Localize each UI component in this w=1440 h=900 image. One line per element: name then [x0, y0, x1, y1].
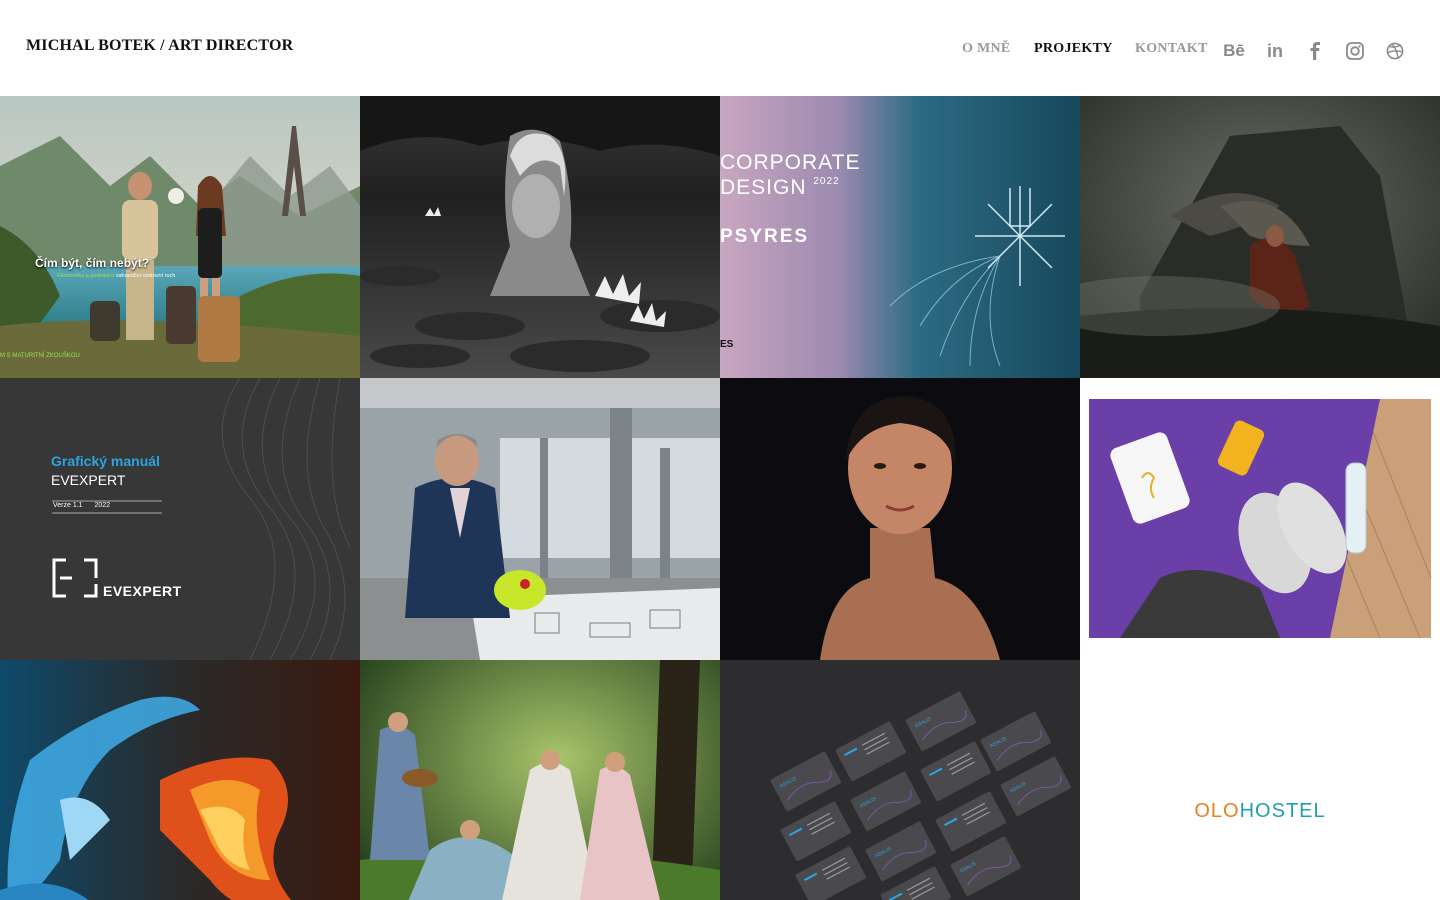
- travel-footer: M S MATURITNÍ ZKOUŠKOU: [0, 353, 80, 359]
- evexpert-brand: EVEXPERT: [51, 472, 126, 488]
- project-tile-businessman[interactable]: [360, 378, 720, 660]
- project-tile-olo-hostel[interactable]: OLOHOSTEL: [1080, 660, 1440, 900]
- olo-logo-part1: OLO: [1194, 800, 1240, 822]
- behance-icon[interactable]: Bē: [1222, 40, 1246, 62]
- project-tile-portrait[interactable]: [720, 378, 1080, 660]
- evexpert-title: Grafický manuál: [51, 453, 160, 469]
- evexpert-year: 2022: [94, 502, 111, 509]
- behance-icon-text: Bē: [1223, 41, 1245, 60]
- evexpert-image: [0, 378, 360, 660]
- angel-image: [1080, 96, 1440, 378]
- instagram-icon[interactable]: [1343, 40, 1367, 62]
- nav-link-kontakt[interactable]: KONTAKT: [1135, 41, 1208, 57]
- fitness-image: [1080, 378, 1440, 660]
- business-cards-image: ASALISASALISASALISASALISASALISASALISASAL…: [720, 660, 1080, 900]
- site-header: MICHAL BOTEK / ART DIRECTOR O MNĚ PROJEK…: [0, 0, 1440, 96]
- project-tile-evexpert[interactable]: Grafický manuál EVEXPERT Verze 1.1 2022 …: [0, 378, 360, 660]
- psyres-line2-text: DESIGN: [720, 176, 807, 199]
- olo-hostel-logo: OLOHOSTEL: [1080, 800, 1440, 823]
- facebook-icon[interactable]: [1303, 40, 1327, 62]
- olo-logo-part2: HOSTEL: [1239, 800, 1326, 822]
- travel-subcaption-white: zahraniční cestovní ruch: [115, 273, 176, 279]
- businessman-image: [360, 378, 720, 660]
- project-tile-fairies[interactable]: [360, 660, 720, 900]
- fire-water-image: [0, 660, 360, 900]
- evexpert-version-text: Verze 1.1: [53, 502, 83, 509]
- project-grid: Čím být, čím nebýt? Ekonomika a podnikán…: [0, 96, 1440, 900]
- project-tile-waterlily[interactable]: [360, 96, 720, 378]
- travel-subcaption: Ekonomika a podnikání zahraniční cestovn…: [57, 273, 175, 279]
- project-tile-business-cards[interactable]: ASALIS ASALIS ASALIS ASALIS ASALIS ASALIS ASAL…: [720, 660, 1080, 900]
- nav-link-projekty[interactable]: PROJEKTY: [1034, 41, 1113, 57]
- portrait-image: [720, 378, 1080, 660]
- evexpert-logo-text: EVEXPERT: [103, 583, 182, 599]
- project-tile-psyres[interactable]: CORPORATE DESIGN 2022 PSYRES ES: [720, 96, 1080, 378]
- project-tile-fire-water[interactable]: [0, 660, 360, 900]
- psyres-brand: PSYRES: [720, 226, 810, 247]
- psyres-year: 2022: [813, 176, 840, 187]
- linkedin-icon-text: in: [1267, 40, 1283, 61]
- linkedin-icon[interactable]: in: [1263, 40, 1287, 62]
- dribbble-icon[interactable]: [1383, 40, 1407, 62]
- evexpert-version: Verze 1.1 2022: [53, 502, 110, 509]
- project-tile-angel[interactable]: [1080, 96, 1440, 378]
- travel-subcaption-green: Ekonomika a podnikání: [57, 273, 115, 279]
- travel-caption: Čím být, čím nebýt?: [35, 256, 150, 270]
- psyres-line2: DESIGN 2022: [720, 176, 840, 200]
- nav-link-o-mne[interactable]: O MNĚ: [962, 41, 1011, 57]
- travel-image: [0, 96, 360, 378]
- waterlily-image: [360, 96, 720, 378]
- fairies-image: [360, 660, 720, 900]
- project-tile-fitness[interactable]: [1080, 378, 1440, 660]
- psyres-corner: ES: [720, 339, 734, 350]
- psyres-line1: CORPORATE: [720, 151, 861, 174]
- project-tile-travel[interactable]: Čím být, čím nebýt? Ekonomika a podnikán…: [0, 96, 360, 378]
- site-title-link[interactable]: MICHAL BOTEK / ART DIRECTOR: [26, 37, 293, 55]
